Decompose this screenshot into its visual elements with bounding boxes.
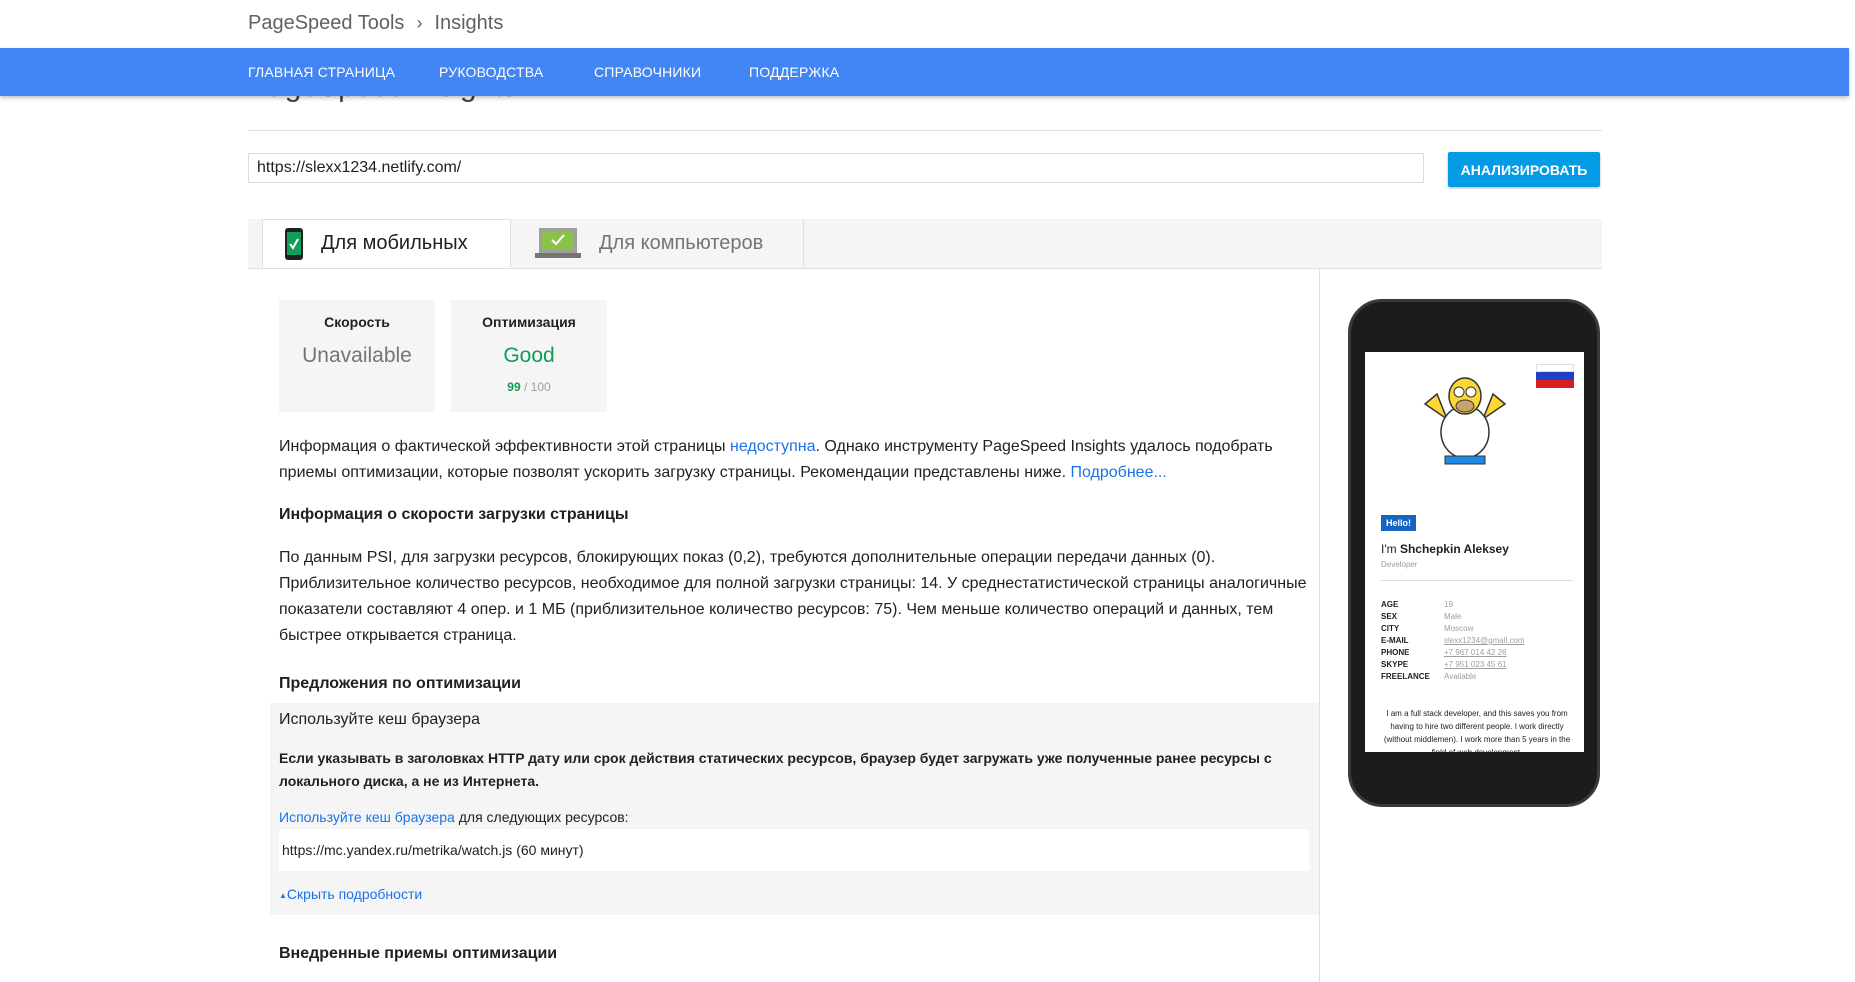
russia-flag-icon (1536, 364, 1574, 388)
optimization-score-title: Оптимизация (482, 314, 576, 330)
main-nav: ГЛАВНАЯ СТРАНИЦА РУКОВОДСТВА СПРАВОЧНИКИ… (0, 48, 1849, 96)
info-row-freelance: FREELANCE Available (1381, 672, 1477, 681)
info-row-sex: SEX Male (1381, 612, 1462, 621)
breadcrumb-current[interactable]: Insights (434, 12, 503, 35)
speed-score-card: Скорость Unavailable (279, 300, 435, 412)
tab-desktop[interactable]: Для компьютеров (511, 219, 804, 268)
optimization-score-max: / 100 (524, 380, 551, 394)
divider (248, 130, 1602, 131)
suggestion-line: Используйте кеш браузера для следующих р… (279, 809, 629, 825)
intro-text: Информация о фактической эффективности э… (279, 434, 1309, 486)
triangle-up-icon: ▲ (279, 890, 287, 900)
suggestion-title[interactable]: Используйте кеш браузера (279, 711, 480, 729)
chevron-right-icon: › (416, 13, 423, 33)
unavailable-link[interactable]: недоступна (730, 438, 816, 455)
implemented-heading: Внедренные приемы оптимизации (279, 945, 558, 962)
nav-item-support[interactable]: ПОДДЕРЖКА (749, 64, 839, 80)
profile-name-line: I'm Shchepkin Aleksey (1381, 542, 1509, 556)
browser-cache-link[interactable]: Используйте кеш браузера (279, 809, 455, 825)
homer-avatar (1423, 377, 1507, 465)
speed-score-title: Скорость (324, 314, 390, 330)
info-row-city: CITY Moscow (1381, 624, 1474, 633)
suggestion-line-rest: для следующих ресурсов: (454, 809, 629, 825)
resource-item: https://mc.yandex.ru/metrika/watch.js (6… (279, 829, 1309, 871)
profile-divider (1381, 580, 1573, 581)
speed-info-heading: Информация о скорости загрузки страницы (279, 506, 629, 523)
breadcrumb: PageSpeed Tools › Insights (248, 12, 503, 35)
suggestion-block: Используйте кеш браузера Если указывать … (270, 703, 1319, 915)
hide-details-label: Скрыть подробности (286, 886, 423, 902)
optimization-score: 99 (507, 380, 521, 394)
nav-item-guides[interactable]: РУКОВОДСТВА (439, 64, 543, 80)
tab-mobile-label: Для мобильных (321, 232, 468, 254)
suggestions-heading: Предложения по оптимизации (279, 675, 521, 692)
analyze-button[interactable]: АНАЛИЗИРОВАТЬ (1448, 152, 1600, 187)
info-row-age: AGE 19 (1381, 600, 1453, 609)
mobile-phone-icon (285, 227, 303, 260)
phone-preview-screen: Hello! I'm Shchepkin Aleksey Developer A… (1365, 352, 1584, 752)
suggestion-description: Если указывать в заголовках HTTP дату ил… (279, 750, 1272, 789)
url-input[interactable] (248, 153, 1424, 183)
top-bar: PageSpeed Tools › Insights (0, 0, 1849, 48)
profile-greeting: I'm (1381, 542, 1400, 556)
optimization-score-card: Оптимизация Good 99 / 100 (451, 300, 607, 412)
profile-about: I am a full stack developer, and this sa… (1383, 709, 1571, 752)
column-divider (1319, 268, 1320, 982)
optimization-score-number: 99 / 100 (451, 380, 607, 394)
nav-item-home[interactable]: ГЛАВНАЯ СТРАНИЦА (248, 64, 395, 80)
desktop-icon (535, 227, 581, 260)
tab-mobile[interactable]: Для мобильных (262, 219, 511, 268)
nav-item-reference[interactable]: СПРАВОЧНИКИ (594, 64, 701, 80)
breadcrumb-root[interactable]: PageSpeed Tools (248, 12, 404, 35)
info-row-phone: PHONE +7 967 014 42 26 (1381, 648, 1507, 657)
info-row-skype: SKYPE +7 951 023 45 61 (1381, 660, 1507, 669)
learn-more-link[interactable]: Подробнее... (1071, 464, 1167, 481)
speed-score-value: Unavailable (302, 344, 412, 367)
info-row-email: E-MAIL slexx1234@gmail.com (1381, 636, 1525, 645)
intro-part1: Информация о фактической эффективности э… (279, 438, 730, 455)
hide-details-link[interactable]: ▲Скрыть подробности (279, 886, 422, 902)
optimization-score-value: Good (503, 344, 555, 367)
hello-badge: Hello! (1381, 515, 1417, 531)
speed-info-text: По данным PSI, для загрузки ресурсов, бл… (279, 549, 1307, 644)
profile-name: Shchepkin Aleksey (1399, 542, 1509, 556)
tab-desktop-label: Для компьютеров (599, 232, 764, 254)
profile-role: Developer (1381, 560, 1418, 569)
